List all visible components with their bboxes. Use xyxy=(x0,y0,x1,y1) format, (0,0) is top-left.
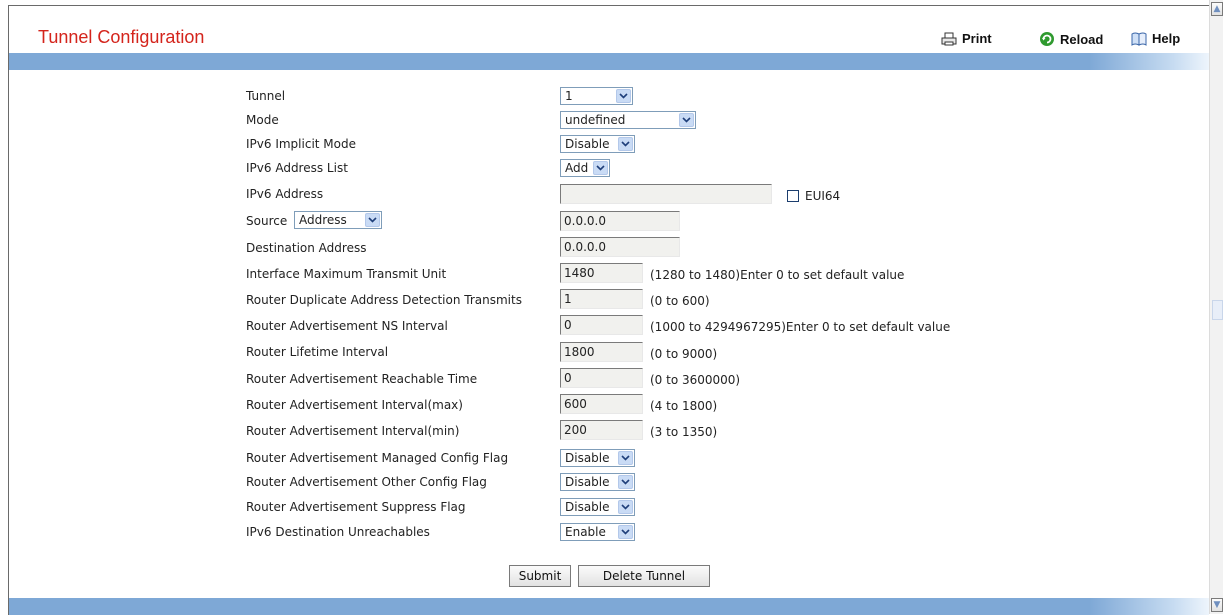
chevron-down-icon xyxy=(618,451,633,465)
submit-button[interactable]: Submit xyxy=(509,565,571,587)
ipv6-address-input[interactable] xyxy=(560,184,772,204)
chevron-down-icon xyxy=(618,500,633,514)
print-button[interactable]: Print xyxy=(941,31,992,46)
eui64-label: EUI64 xyxy=(805,189,841,203)
scroll-thumb[interactable] xyxy=(1212,300,1223,320)
interval-max-input[interactable]: 600 xyxy=(560,394,643,414)
mtu-label: Interface Maximum Transmit Unit xyxy=(246,267,447,281)
footer-band xyxy=(9,598,1209,615)
mode-label: Mode xyxy=(246,113,279,127)
interval-max-label: Router Advertisement Interval(max) xyxy=(246,398,463,412)
dad-label: Router Duplicate Address Detection Trans… xyxy=(246,293,522,307)
lifetime-input[interactable]: 1800 xyxy=(560,342,643,362)
other-flag-label: Router Advertisement Other Config Flag xyxy=(246,475,487,489)
implicit-mode-select[interactable]: Disable xyxy=(560,135,635,153)
source-label: Source xyxy=(246,214,288,228)
help-button[interactable]: Help xyxy=(1131,31,1180,46)
source-address-input[interactable]: 0.0.0.0 xyxy=(560,211,680,231)
chevron-down-icon xyxy=(679,113,694,127)
address-list-value: Add xyxy=(565,161,589,175)
chevron-down-icon xyxy=(365,213,380,227)
suppress-flag-select[interactable]: Disable xyxy=(560,498,635,516)
implicit-mode-label: IPv6 Implicit Mode xyxy=(246,137,356,151)
reload-label: Reload xyxy=(1060,31,1104,47)
chevron-down-icon xyxy=(593,161,608,175)
header-band xyxy=(9,53,1209,70)
eui64-checkbox[interactable] xyxy=(787,190,799,202)
unreachables-value: Enable xyxy=(565,525,606,539)
mode-select[interactable]: undefined xyxy=(560,111,696,129)
dad-input[interactable]: 1 xyxy=(560,289,643,309)
reload-button[interactable]: Reload xyxy=(1039,31,1103,47)
vertical-scrollbar[interactable]: ▲ ▼ xyxy=(1209,0,1223,614)
interval-min-hint: (3 to 1350) xyxy=(650,425,718,439)
implicit-mode-value: Disable xyxy=(565,137,610,151)
chevron-down-icon xyxy=(616,89,631,103)
reachable-input[interactable]: 0 xyxy=(560,368,643,388)
ns-interval-input[interactable]: 0 xyxy=(560,315,643,335)
ns-interval-hint: (1000 to 4294967295)Enter 0 to set defau… xyxy=(650,320,951,334)
unreachables-label: IPv6 Destination Unreachables xyxy=(246,525,430,539)
interval-min-label: Router Advertisement Interval(min) xyxy=(246,424,460,438)
dad-hint: (0 to 600) xyxy=(650,294,710,308)
reachable-hint: (0 to 3600000) xyxy=(650,373,741,387)
tunnel-select[interactable]: 1 xyxy=(560,87,633,105)
unreachables-select[interactable]: Enable xyxy=(560,523,635,541)
source-type-value: Address xyxy=(299,213,347,227)
tunnel-label: Tunnel xyxy=(246,89,286,103)
suppress-flag-value: Disable xyxy=(565,500,610,514)
interval-max-hint: (4 to 1800) xyxy=(650,399,718,413)
reachable-label: Router Advertisement Reachable Time xyxy=(246,372,478,386)
scroll-up-icon[interactable]: ▲ xyxy=(1211,2,1223,16)
address-list-select[interactable]: Add xyxy=(560,159,610,177)
ipv6-address-label: IPv6 Address xyxy=(246,187,324,201)
managed-flag-label: Router Advertisement Managed Config Flag xyxy=(246,451,509,465)
destination-label: Destination Address xyxy=(246,241,367,255)
tunnel-select-value: 1 xyxy=(565,89,573,103)
managed-flag-value: Disable xyxy=(565,451,610,465)
reload-icon xyxy=(1039,31,1055,47)
source-type-select[interactable]: Address xyxy=(294,211,382,229)
print-label: Print xyxy=(962,31,992,46)
printer-icon xyxy=(941,32,957,46)
mtu-hint: (1280 to 1480)Enter 0 to set default val… xyxy=(650,268,905,282)
managed-flag-select[interactable]: Disable xyxy=(560,449,635,467)
ns-interval-label: Router Advertisement NS Interval xyxy=(246,319,448,333)
interval-min-input[interactable]: 200 xyxy=(560,420,643,440)
lifetime-label: Router Lifetime Interval xyxy=(246,345,389,359)
suppress-flag-label: Router Advertisement Suppress Flag xyxy=(246,500,466,514)
mtu-input[interactable]: 1480 xyxy=(560,263,643,283)
scroll-down-icon[interactable]: ▼ xyxy=(1211,598,1223,612)
destination-address-input[interactable]: 0.0.0.0 xyxy=(560,237,680,257)
help-book-icon xyxy=(1131,32,1147,46)
delete-tunnel-button[interactable]: Delete Tunnel xyxy=(578,565,710,587)
other-flag-select[interactable]: Disable xyxy=(560,473,635,491)
address-list-label: IPv6 Address List xyxy=(246,161,348,175)
other-flag-value: Disable xyxy=(565,475,610,489)
page-title: Tunnel Configuration xyxy=(38,27,205,47)
chevron-down-icon xyxy=(618,137,633,151)
chevron-down-icon xyxy=(618,475,633,489)
mode-select-value: undefined xyxy=(565,113,626,127)
chevron-down-icon xyxy=(618,525,633,539)
help-label: Help xyxy=(1152,31,1181,46)
lifetime-hint: (0 to 9000) xyxy=(650,347,718,361)
